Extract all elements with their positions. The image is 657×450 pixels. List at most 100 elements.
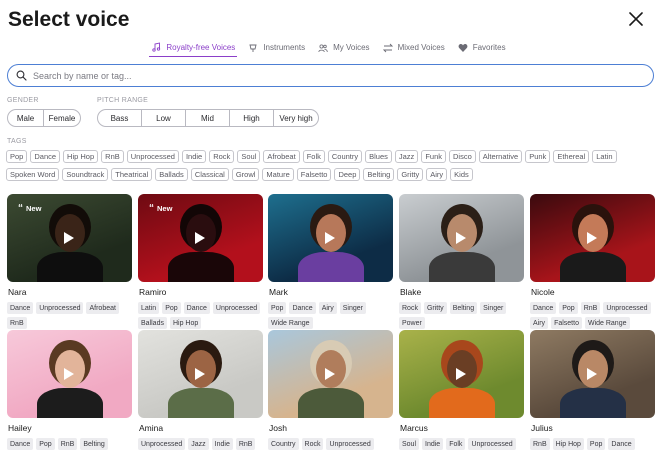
voice-tag: Jazz	[188, 438, 209, 450]
voice-tabs: Royalty-free Voices Instruments My Voice…	[0, 40, 657, 57]
tab-label: Royalty-free Voices	[166, 42, 236, 52]
tab-royalty-free-voices[interactable]: Royalty-free Voices	[149, 40, 238, 57]
portrait-shoulders	[560, 388, 626, 418]
voice-tag: Airy	[530, 317, 549, 329]
voice-card-mark[interactable]: Mark Pop Dance Airy Singer Wide Range	[268, 194, 393, 329]
tag-filter-folk[interactable]: Folk	[302, 150, 325, 163]
voice-thumbnail[interactable]	[530, 330, 655, 418]
quote-icon: “	[18, 203, 23, 214]
voice-thumbnail[interactable]	[399, 330, 524, 418]
tag-filter-growl[interactable]: Growl	[231, 168, 260, 181]
tab-my-voices[interactable]: My Voices	[316, 40, 371, 57]
tag-filter-gritty[interactable]: Gritty	[397, 168, 424, 181]
voice-thumbnail[interactable]	[530, 194, 655, 282]
voice-thumbnail[interactable]	[268, 194, 393, 282]
tag-filter-hip-hop[interactable]: Hip Hop	[63, 150, 99, 163]
tag-filter-soul[interactable]: Soul	[237, 150, 261, 163]
voice-tag: Pop	[559, 302, 578, 314]
voice-tags: RnB Hip Hop Pop Dance	[530, 438, 655, 450]
voice-card-hailey[interactable]: Hailey Dance Pop RnB Belting	[7, 330, 132, 450]
tag-filter-rock[interactable]: Rock	[209, 150, 235, 163]
voice-thumbnail[interactable]	[268, 330, 393, 418]
tag-filter-jazz[interactable]: Jazz	[394, 150, 419, 163]
portrait-shoulders	[429, 388, 495, 418]
users-icon	[318, 43, 328, 52]
voice-card-nicole[interactable]: Nicole Dance Pop RnB Unprocessed Airy Falsetto…	[530, 194, 655, 329]
voice-name: Marcus	[400, 423, 428, 433]
voice-thumbnail[interactable]	[138, 330, 263, 418]
play-icon[interactable]	[587, 368, 597, 380]
tag-filter-funk[interactable]: Funk	[421, 150, 446, 163]
voice-thumbnail[interactable]: “New	[138, 194, 263, 282]
play-icon[interactable]	[64, 368, 74, 380]
tag-filter-disco[interactable]: Disco	[449, 150, 476, 163]
gender-option-female[interactable]: Female	[44, 110, 80, 126]
tag-filter-alternative[interactable]: Alternative	[478, 150, 523, 163]
voice-tag: Dance	[7, 302, 34, 314]
voice-tag: Dance	[608, 438, 635, 450]
tag-filter-dance[interactable]: Dance	[30, 150, 61, 163]
voice-thumbnail[interactable]	[399, 194, 524, 282]
play-icon[interactable]	[64, 232, 74, 244]
tag-filter-country[interactable]: Country	[327, 150, 363, 163]
voice-card-julius[interactable]: Julius RnB Hip Hop Pop Dance	[530, 330, 655, 450]
tag-filter-row: Pop Dance Hip Hop RnB Unprocessed Indie Rock So…	[6, 150, 617, 163]
voice-tag: Singer	[480, 302, 507, 314]
tag-filter-airy[interactable]: Airy	[426, 168, 448, 181]
tag-filter-spoken-word[interactable]: Spoken Word	[6, 168, 60, 181]
tag-filter-rnb[interactable]: RnB	[101, 150, 124, 163]
voice-tags: Rock Gritty Belting Singer Power	[399, 302, 524, 329]
tag-filter-indie[interactable]: Indie	[181, 150, 207, 163]
voice-card-marcus[interactable]: Marcus Soul Indie Folk Unprocessed	[399, 330, 524, 450]
tab-favorites[interactable]: Favorites	[456, 40, 508, 57]
play-icon[interactable]	[587, 232, 597, 244]
tag-filter-belting[interactable]: Belting	[363, 168, 395, 181]
tag-filter-afrobeat[interactable]: Afrobeat	[263, 150, 300, 163]
voice-thumbnail[interactable]	[7, 330, 132, 418]
tag-filter-classical[interactable]: Classical	[190, 168, 229, 181]
tag-filter-latin[interactable]: Latin	[592, 150, 617, 163]
voice-card-josh[interactable]: Josh Country Rock Unprocessed	[268, 330, 393, 450]
pitch-option-high[interactable]: High	[230, 110, 274, 126]
play-icon[interactable]	[325, 368, 335, 380]
tag-filter-ethereal[interactable]: Ethereal	[553, 150, 590, 163]
voice-card-blake[interactable]: Blake Rock Gritty Belting Singer Power	[399, 194, 524, 329]
pitch-option-bass[interactable]: Bass	[98, 110, 142, 126]
voice-tag: Pop	[36, 438, 55, 450]
tag-filter-ballads[interactable]: Ballads	[155, 168, 188, 181]
voice-tag: Wide Range	[584, 317, 630, 329]
tag-filter-kids[interactable]: Kids	[450, 168, 473, 181]
voice-name: Amina	[139, 423, 164, 433]
search-input[interactable]	[33, 70, 613, 81]
voice-tag: Pop	[162, 302, 181, 314]
tab-mixed-voices[interactable]: Mixed Voices	[381, 40, 447, 57]
tag-filter-pop[interactable]: Pop	[6, 150, 28, 163]
play-icon[interactable]	[456, 368, 466, 380]
voice-tag: Afrobeat	[86, 302, 119, 314]
play-icon[interactable]	[456, 232, 466, 244]
voice-card-ramiro[interactable]: “New Ramiro Latin Pop Dance Unprocessed Ballad…	[138, 194, 263, 329]
tag-filter-punk[interactable]: Punk	[525, 150, 551, 163]
voice-tag: Airy	[318, 302, 337, 314]
tag-filter-deep[interactable]: Deep	[334, 168, 361, 181]
tag-filter-mature[interactable]: Mature	[262, 168, 294, 181]
close-icon[interactable]	[627, 10, 645, 28]
tag-filter-soundtrack[interactable]: Soundtrack	[62, 168, 109, 181]
gender-option-male[interactable]: Male	[8, 110, 44, 126]
pitch-option-mid[interactable]: Mid	[186, 110, 230, 126]
tag-filter-blues[interactable]: Blues	[365, 150, 392, 163]
tag-filter-falsetto[interactable]: Falsetto	[296, 168, 332, 181]
voice-tag: Indie	[422, 438, 444, 450]
voice-tag: Indie	[211, 438, 233, 450]
pitch-option-low[interactable]: Low	[142, 110, 186, 126]
voice-thumbnail[interactable]: “New	[7, 194, 132, 282]
tag-filter-theatrical[interactable]: Theatrical	[111, 168, 153, 181]
voice-card-amina[interactable]: Amina Unprocessed Jazz Indie RnB	[138, 330, 263, 450]
play-icon[interactable]	[195, 232, 205, 244]
tab-instruments[interactable]: Instruments	[246, 40, 307, 57]
tag-filter-unprocessed[interactable]: Unprocessed	[126, 150, 179, 163]
voice-card-nara[interactable]: “New Nara Dance Unprocessed Afrobeat RnB	[7, 194, 132, 329]
play-icon[interactable]	[195, 368, 205, 380]
pitch-option-very-high[interactable]: Very high	[274, 110, 318, 126]
play-icon[interactable]	[325, 232, 335, 244]
